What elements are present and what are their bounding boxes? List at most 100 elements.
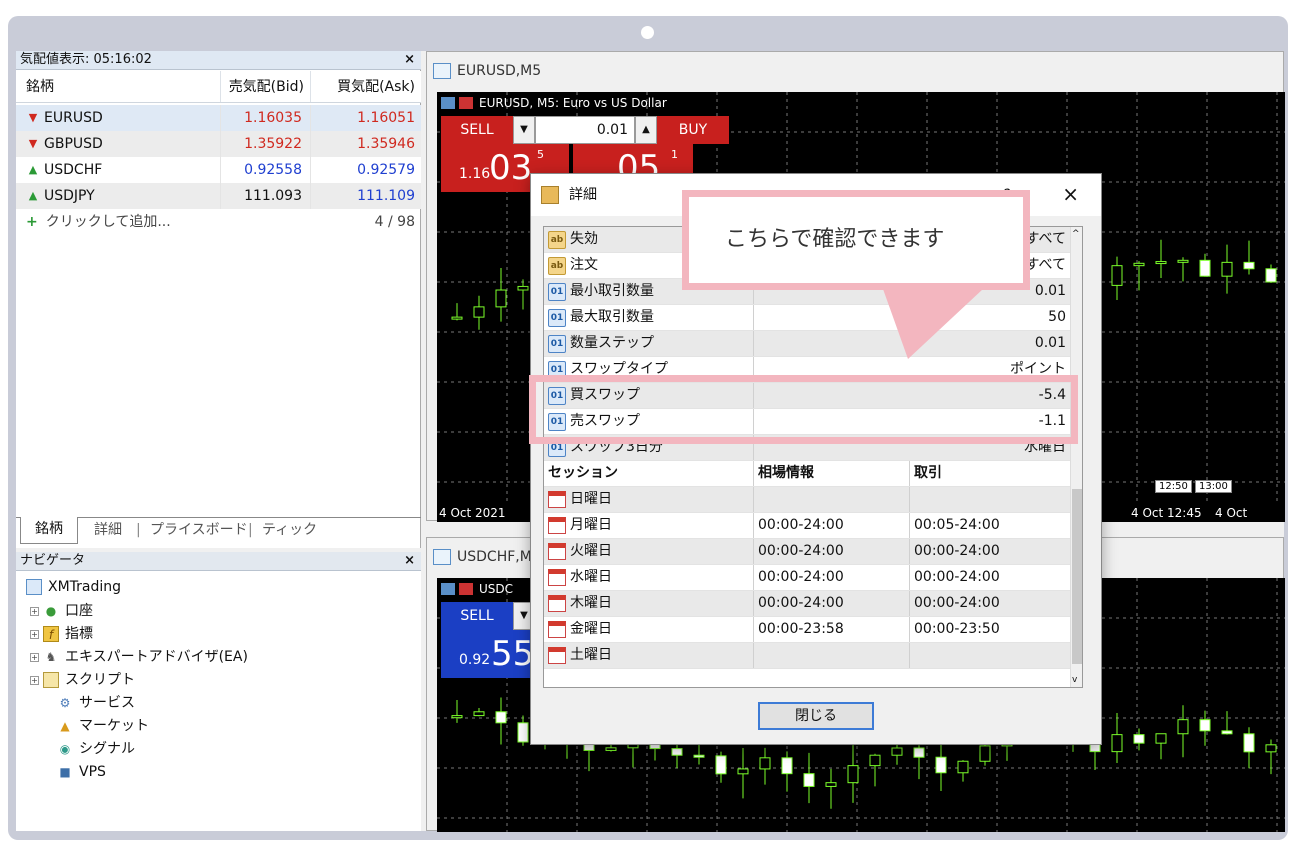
bid-cell: 111.093 [221,183,311,209]
candle-body [451,715,463,719]
time-axis-label: 4 Oct 13:05 [1215,506,1250,522]
symbol-row[interactable]: ▼ EURUSD 1.16035 1.16051 [16,105,421,131]
chart-window-title[interactable]: EURUSD,M5 [427,52,1283,92]
tab-details[interactable]: 詳細 [94,518,122,542]
nav-item-services[interactable]: ⚙ サービス [57,692,135,714]
session-row[interactable]: 土曜日 [544,643,1072,669]
session-row[interactable]: 金曜日 00:00-23:58 00:00-23:50 [544,617,1072,643]
lot-input[interactable]: 0.01 [535,116,635,144]
chart-window-icon [433,63,451,79]
session-day: 水曜日 [570,569,612,585]
session-quote: 00:00-24:00 [754,591,910,616]
close-icon[interactable]: × [404,51,415,69]
candle-body [715,755,727,775]
accounts-icon: ● [45,604,57,618]
session-row[interactable]: 火曜日 00:00-24:00 00:00-24:00 [544,539,1072,565]
scroll-down-icon[interactable]: v [1072,675,1077,685]
symbol-row[interactable]: ▲ USDCHF 0.92558 0.92579 [16,157,421,183]
ask-cell: 111.109 [357,188,415,204]
session-row[interactable]: 水曜日 00:00-24:00 00:00-24:00 [544,565,1072,591]
candle-body [1111,734,1123,753]
text-type-icon: ab [548,230,566,249]
session-header-row: セッション 相場情報 取引 [544,461,1072,487]
sell-price-prefix: 0.92 [459,652,491,668]
lot-decrease-button[interactable]: ▼ [513,116,535,144]
camera-dot [641,26,654,39]
symbol-cell: ▼ GBPUSD [16,131,221,157]
swap-highlight-box [529,375,1078,444]
session-row[interactable]: 月曜日 00:00-24:00 00:05-24:00 [544,513,1072,539]
close-icon[interactable]: × [404,552,415,570]
one-click-trading: SELL ▼ [441,602,535,630]
chart-icon [441,97,455,109]
symbol-row[interactable]: ▼ GBPUSD 1.35922 1.35946 [16,131,421,157]
col-symbol[interactable]: 銘柄 [16,71,221,102]
tab-priceboard[interactable]: プライスボード [150,518,248,542]
sell-button[interactable]: SELL [441,602,513,630]
calendar-icon [548,543,566,560]
candle-body [1177,719,1189,735]
chart-header: USDC [441,582,513,596]
navigator-panel: ナビゲータ × XMTrading + ● 口座 + f 指標 + ♞ エキスパ… [16,552,421,831]
time-axis-label: 4 Oct 2021 [439,506,506,520]
navigator-title: ナビゲータ × [16,552,421,571]
nav-item-label: サービス [79,695,135,711]
nav-item-market[interactable]: ▲ マーケット [57,715,149,737]
nav-root[interactable]: XMTrading [26,576,121,598]
nav-item-scripts[interactable]: + スクリプト [30,669,135,691]
candle-body [1155,261,1167,265]
chart-window-title-text: USDCHF,M5 [457,549,541,565]
close-icon[interactable]: × [1062,174,1079,214]
lot-increase-button[interactable]: ▲ [635,116,657,144]
symbol-row[interactable]: ▲ USDJPY 111.093 111.109 [16,183,421,209]
nav-item-label: エキスパートアドバイザ(EA) [65,649,248,665]
nav-item-experts[interactable]: + ♞ エキスパートアドバイザ(EA) [30,646,248,668]
ask-cell: 1.35946 [357,136,415,152]
nav-item-signals[interactable]: ◉ シグナル [57,738,135,760]
scroll-thumb[interactable] [1072,489,1082,664]
nav-item-accounts[interactable]: + ● 口座 [30,600,93,622]
time-axis-label: 4 Oct 12:45 [1131,506,1202,520]
candle-body [1265,744,1277,753]
chart-icon [459,583,473,595]
nav-item-indicators[interactable]: + f 指標 [30,623,93,645]
property-row[interactable]: 01 数量ステップ 0.01 [544,331,1072,357]
buy-button[interactable]: BUY [657,116,729,144]
symbol-count: 4 / 98 [374,214,415,230]
candle-body [1199,719,1211,732]
session-row[interactable]: 木曜日 00:00-24:00 00:00-24:00 [544,591,1072,617]
expand-icon: + [30,629,39,639]
sell-button[interactable]: SELL [441,116,513,144]
symbol-cell: ▲ USDJPY [16,183,221,209]
time-tag: 12:50 [1155,480,1192,493]
candle-body [891,747,903,756]
symbol-name: EURUSD [44,110,103,126]
session-trade: 00:00-24:00 [914,595,1000,611]
candle-body [803,773,815,787]
arrow-down-icon: ▼ [28,137,38,150]
session-row[interactable]: 日曜日 [544,487,1072,513]
candle-body [957,760,969,774]
candle-body [1111,265,1123,286]
close-button[interactable]: 閉じる [758,702,874,730]
nav-item-vps[interactable]: ■ VPS [57,761,106,783]
callout-box: こちらで確認できます [682,190,1030,290]
symbol-cell: ▲ USDCHF [16,157,221,183]
add-symbol-row[interactable]: + クリックして追加... 4 / 98 [16,209,421,235]
property-name-cell: 01 最大取引数量 [544,305,754,330]
property-row[interactable]: 01 最大取引数量 50 [544,305,1072,331]
details-scrollbar[interactable]: ^ v [1070,227,1082,687]
tab-symbols[interactable]: 銘柄 [20,517,78,544]
ask-cell: 1.16051 [357,110,415,126]
chart-window-title-text: EURUSD,M5 [457,63,542,79]
col-ask[interactable]: 買気配(Ask) [311,71,421,102]
tab-ticks[interactable]: ティック [262,518,317,542]
market-icon: ▲ [60,719,70,733]
session-day: 月曜日 [570,517,612,533]
col-bid[interactable]: 売気配(Bid) [221,71,311,102]
calendar-icon [548,517,566,534]
scroll-up-icon[interactable]: ^ [1072,229,1080,239]
sell-price-prefix: 1.16 [459,166,491,182]
session-day: 火曜日 [570,543,612,559]
property-name: 失効 [570,231,598,247]
